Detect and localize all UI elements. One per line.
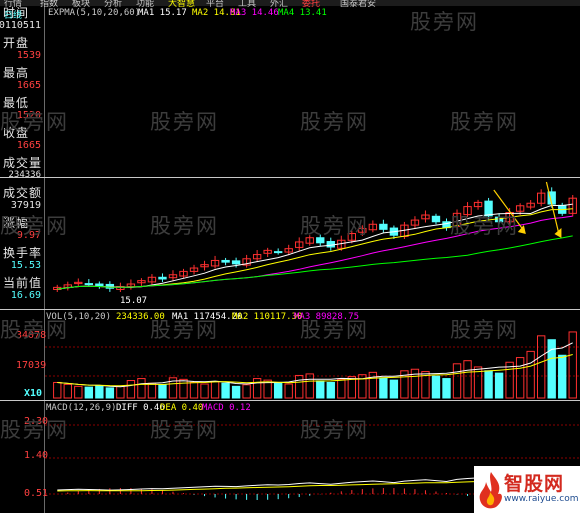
watermark: 股旁网 bbox=[150, 318, 219, 342]
volume-bar bbox=[74, 385, 83, 399]
logo-name: 智股网 bbox=[504, 473, 565, 495]
candle-body bbox=[273, 251, 283, 254]
volume-bar bbox=[179, 378, 188, 399]
volume-bar bbox=[252, 378, 262, 399]
watermark: 股旁网 bbox=[0, 418, 69, 442]
watermark: 股旁网 bbox=[450, 318, 519, 342]
volume-bar bbox=[63, 383, 72, 399]
watermark: 股旁网 bbox=[0, 110, 69, 134]
volume-bar bbox=[189, 381, 199, 399]
volume-bar bbox=[515, 357, 525, 399]
volume-bar bbox=[484, 370, 493, 399]
volume-bar bbox=[137, 378, 146, 399]
watermark: 股旁网 bbox=[0, 214, 69, 238]
candle-body bbox=[326, 241, 335, 248]
volume-bar bbox=[536, 335, 546, 399]
volume-bar bbox=[305, 373, 314, 399]
volume-bar bbox=[242, 384, 251, 399]
candle-body bbox=[95, 283, 104, 287]
volume-bar bbox=[558, 354, 567, 399]
volume-bar bbox=[295, 374, 304, 399]
price-low-label: 15.07 bbox=[120, 296, 148, 306]
volume-bar bbox=[326, 381, 335, 399]
volume-bar bbox=[379, 377, 388, 399]
volume-bar bbox=[200, 383, 209, 399]
volume-bar bbox=[231, 385, 241, 399]
watermark: 股旁网 bbox=[410, 10, 479, 34]
volume-bar bbox=[547, 339, 556, 399]
watermark: 股旁网 bbox=[150, 418, 219, 442]
volume-bar bbox=[147, 382, 157, 399]
volume-bar bbox=[337, 378, 346, 399]
annotation-arrowhead bbox=[517, 225, 526, 234]
volume-bar bbox=[505, 361, 514, 399]
volume-bar bbox=[431, 375, 441, 399]
volume-bar bbox=[116, 385, 125, 399]
volume-bar bbox=[105, 387, 115, 399]
candle-body bbox=[231, 260, 241, 265]
volume-bar bbox=[526, 350, 535, 399]
volume-bar bbox=[210, 381, 220, 399]
volume-bar bbox=[463, 360, 472, 399]
ma4-line bbox=[57, 235, 573, 290]
candle-body bbox=[158, 276, 167, 280]
volume-bar bbox=[442, 378, 451, 399]
watermark: 股旁网 bbox=[300, 110, 369, 134]
volume-bar bbox=[389, 379, 399, 399]
candle-body bbox=[84, 283, 94, 286]
flame-icon bbox=[479, 472, 502, 509]
volume-bar bbox=[84, 386, 94, 399]
volume-bar bbox=[452, 363, 462, 399]
candle-body bbox=[221, 259, 230, 263]
logo-url: www.raiyue.com bbox=[504, 494, 579, 504]
watermark: 股旁网 bbox=[300, 318, 369, 342]
volume-bar bbox=[494, 372, 504, 399]
site-logo[interactable]: 智股网 www.raiyue.com bbox=[474, 466, 580, 513]
volume-bar bbox=[126, 380, 136, 399]
watermark: 股旁网 bbox=[0, 318, 69, 342]
volume-bar bbox=[316, 380, 325, 399]
watermark: 股旁网 bbox=[300, 214, 369, 238]
watermark: 股旁网 bbox=[450, 110, 519, 134]
candle-body bbox=[431, 215, 441, 223]
volume-bar bbox=[284, 383, 293, 399]
candle-body bbox=[379, 223, 388, 230]
volume-bar bbox=[273, 381, 283, 399]
watermark: 股旁网 bbox=[150, 110, 219, 134]
volume-bar bbox=[53, 381, 62, 399]
watermark: 股旁网 bbox=[150, 214, 219, 238]
volume-bar bbox=[568, 331, 577, 399]
volume-bar bbox=[221, 382, 230, 399]
volume-bar bbox=[95, 385, 104, 399]
kline-chart[interactable] bbox=[0, 0, 580, 513]
watermark: 股旁网 bbox=[450, 214, 519, 238]
watermark: 股旁网 bbox=[300, 418, 369, 442]
volume-bar bbox=[158, 384, 167, 399]
